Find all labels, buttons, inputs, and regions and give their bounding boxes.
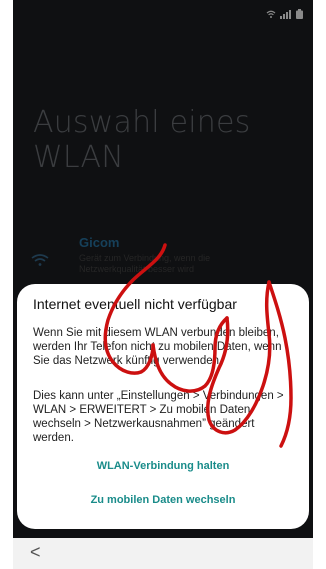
back-button[interactable]: < bbox=[30, 542, 41, 563]
dialog-settings-hint: Dies kann unter „Einstellungen > Verbind… bbox=[33, 390, 284, 444]
network-description: Gerät zum Verbindung, wenn die Netzwerkq… bbox=[79, 253, 211, 274]
battery-icon bbox=[296, 9, 303, 19]
signal-icon bbox=[280, 9, 291, 19]
switch-to-mobile-data-button[interactable]: Zu mobilen Daten wechseln bbox=[17, 494, 309, 506]
dialog-title: Internet eventuell nicht verfügbar bbox=[33, 296, 237, 312]
network-list-item[interactable]: Gicom Gerät zum Verbindung, wenn die Net… bbox=[31, 235, 301, 285]
page-title: Auswahl eines WLAN bbox=[33, 105, 251, 175]
navigation-bar: < bbox=[13, 538, 313, 569]
dialog-message: Wenn Sie mit diesem WLAN verbunden bleib… bbox=[33, 327, 282, 367]
network-name: Gicom bbox=[79, 235, 120, 250]
keep-wlan-button[interactable]: WLAN-Verbindung halten bbox=[17, 460, 309, 472]
phone-screen: Auswahl eines WLAN Gicom Gerät zum Verbi… bbox=[13, 0, 313, 569]
status-bar bbox=[266, 6, 303, 22]
screenshot-frame: Auswahl eines WLAN Gicom Gerät zum Verbi… bbox=[0, 0, 326, 569]
wifi-icon bbox=[266, 10, 276, 18]
internet-warning-dialog: Internet eventuell nicht verfügbar Wenn … bbox=[17, 284, 309, 529]
wifi-network-icon bbox=[31, 254, 49, 266]
